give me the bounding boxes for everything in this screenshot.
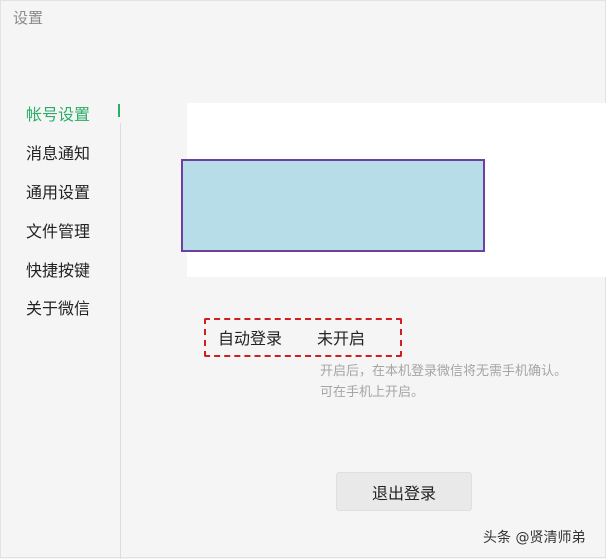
auto-login-hint: 开启后，在本机登录微信将无需手机确认。 可在手机上开启。	[320, 361, 606, 403]
sidebar-item-about-wechat[interactable]: 关于微信	[26, 295, 90, 319]
auto-login-status[interactable]: 未开启	[317, 325, 365, 349]
window-title: 设置	[13, 9, 44, 27]
sidebar-item-notifications[interactable]: 消息通知	[26, 140, 90, 164]
auto-login-label: 自动登录	[218, 329, 283, 348]
logout-button[interactable]: 退出登录	[336, 472, 472, 511]
sidebar-item-file-management[interactable]: 文件管理	[26, 218, 90, 242]
sidebar-item-shortcuts[interactable]: 快捷按键	[26, 257, 90, 281]
sidebar-divider	[120, 123, 121, 559]
active-indicator	[118, 104, 120, 117]
redacted-account-info	[181, 159, 485, 252]
auto-login-hint-line-2: 可在手机上开启。	[320, 385, 425, 400]
sidebar-item-account-settings[interactable]: 帐号设置	[26, 101, 90, 125]
watermark-text: 头条 @贤清师弟	[483, 530, 586, 546]
sidebar-item-general-settings[interactable]: 通用设置	[26, 179, 90, 203]
settings-window: 设置 帐号设置 消息通知 通用设置 文件管理 快捷按键 关于微信 自动登录 未开…	[0, 0, 606, 559]
auto-login-hint-line-1: 开启后，在本机登录微信将无需手机确认。	[320, 364, 568, 379]
